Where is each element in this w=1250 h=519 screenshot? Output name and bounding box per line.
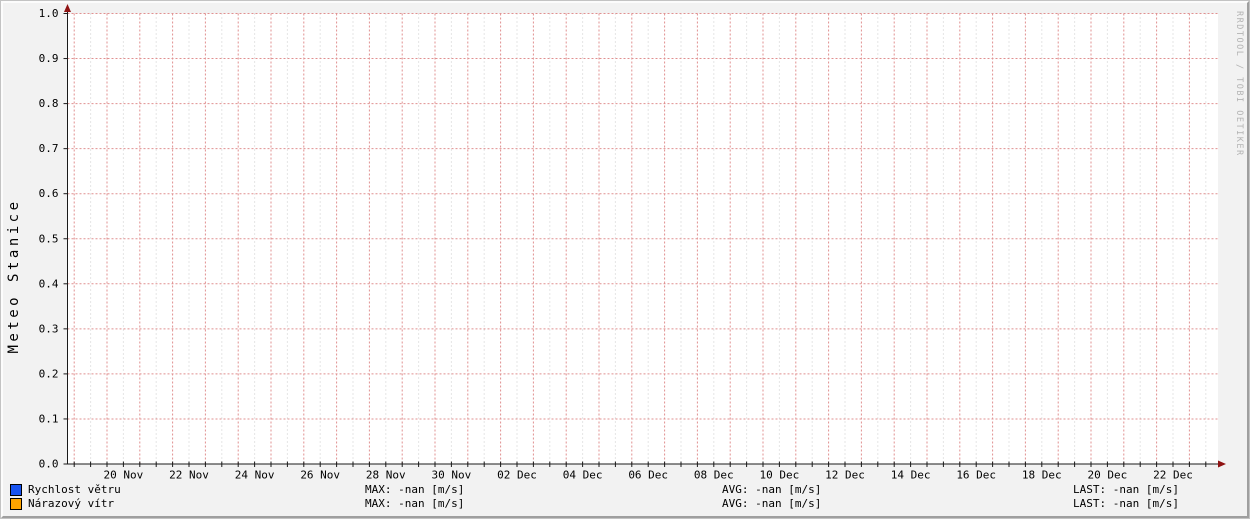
stat-max: MAX: -nan [m/s] (365, 497, 465, 510)
y-tick-label: 0.6 (39, 187, 59, 200)
y-tick-label: 0.4 (39, 277, 59, 290)
legend-swatch-narazovy-vitr (10, 498, 22, 510)
x-tick-label: 06 Dec (628, 469, 668, 482)
y-tick-label: 0.0 (39, 458, 59, 471)
graph-face: 0.0 0.1 0.2 0.3 0.4 0.5 0.6 0.7 0.8 0.9 1.0 20 Nov 2… (1, 1, 1249, 518)
stat-max: MAX: -nan [m/s] (365, 483, 465, 496)
legend-label: Rychlost větru (28, 483, 121, 496)
legend-row: Nárazový vítr MAX: -nan [m/s] AVG: -nan … (3, 497, 1247, 511)
x-tick-label: 26 Nov (300, 469, 340, 482)
legend-row: Rychlost větru MAX: -nan [m/s] AVG: -nan… (3, 483, 1247, 497)
x-tick-label: 20 Nov (104, 469, 144, 482)
y-tick-label: 1.0 (39, 7, 59, 20)
x-tick-label: 16 Dec (956, 469, 996, 482)
x-tick-label: 28 Nov (366, 469, 406, 482)
x-tick-label: 10 Dec (760, 469, 800, 482)
x-tick-label: 02 Dec (497, 469, 537, 482)
rrdtool-graph-image: 0.0 0.1 0.2 0.3 0.4 0.5 0.6 0.7 0.8 0.9 1.0 20 Nov 2… (0, 0, 1250, 519)
legend-swatch-rychlost-vetru (10, 484, 22, 496)
x-tick-label: 14 Dec (891, 469, 931, 482)
x-tick-label: 22 Nov (169, 469, 209, 482)
x-tick-label: 24 Nov (235, 469, 275, 482)
y-axis-title: Meteo Stanice (6, 198, 22, 354)
y-tick-label: 0.5 (39, 232, 59, 245)
stat-last: LAST: -nan [m/s] (1073, 497, 1179, 510)
y-tick-label: 0.7 (39, 142, 59, 155)
legend-label: Nárazový vítr (28, 497, 115, 510)
x-tick-label: 20 Dec (1088, 469, 1128, 482)
x-tick-label: 30 Nov (432, 469, 472, 482)
y-tick-label: 0.2 (39, 367, 59, 380)
x-tick-label: 12 Dec (825, 469, 865, 482)
y-tick-label: 0.1 (39, 412, 59, 425)
x-tick-label: 18 Dec (1022, 469, 1062, 482)
y-tick-label: 0.8 (39, 97, 59, 110)
stat-avg: AVG: -nan [m/s] (722, 483, 822, 496)
y-axis-arrow (64, 4, 71, 12)
rrdtool-watermark: RRDTOOL / TOBI OETIKER (1234, 11, 1244, 157)
x-tick-label: 22 Dec (1153, 469, 1193, 482)
stat-avg: AVG: -nan [m/s] (722, 497, 822, 510)
stat-last: LAST: -nan [m/s] (1073, 483, 1179, 496)
x-tick-label: 04 Dec (563, 469, 603, 482)
chart-canvas: 0.0 0.1 0.2 0.3 0.4 0.5 0.6 0.7 0.8 0.9 1.0 20 Nov 2… (39, 4, 1226, 482)
x-axis-arrow (1218, 460, 1226, 468)
y-tick-label: 0.9 (39, 52, 59, 65)
y-tick-label: 0.3 (39, 322, 59, 335)
x-tick-label: 08 Dec (694, 469, 734, 482)
